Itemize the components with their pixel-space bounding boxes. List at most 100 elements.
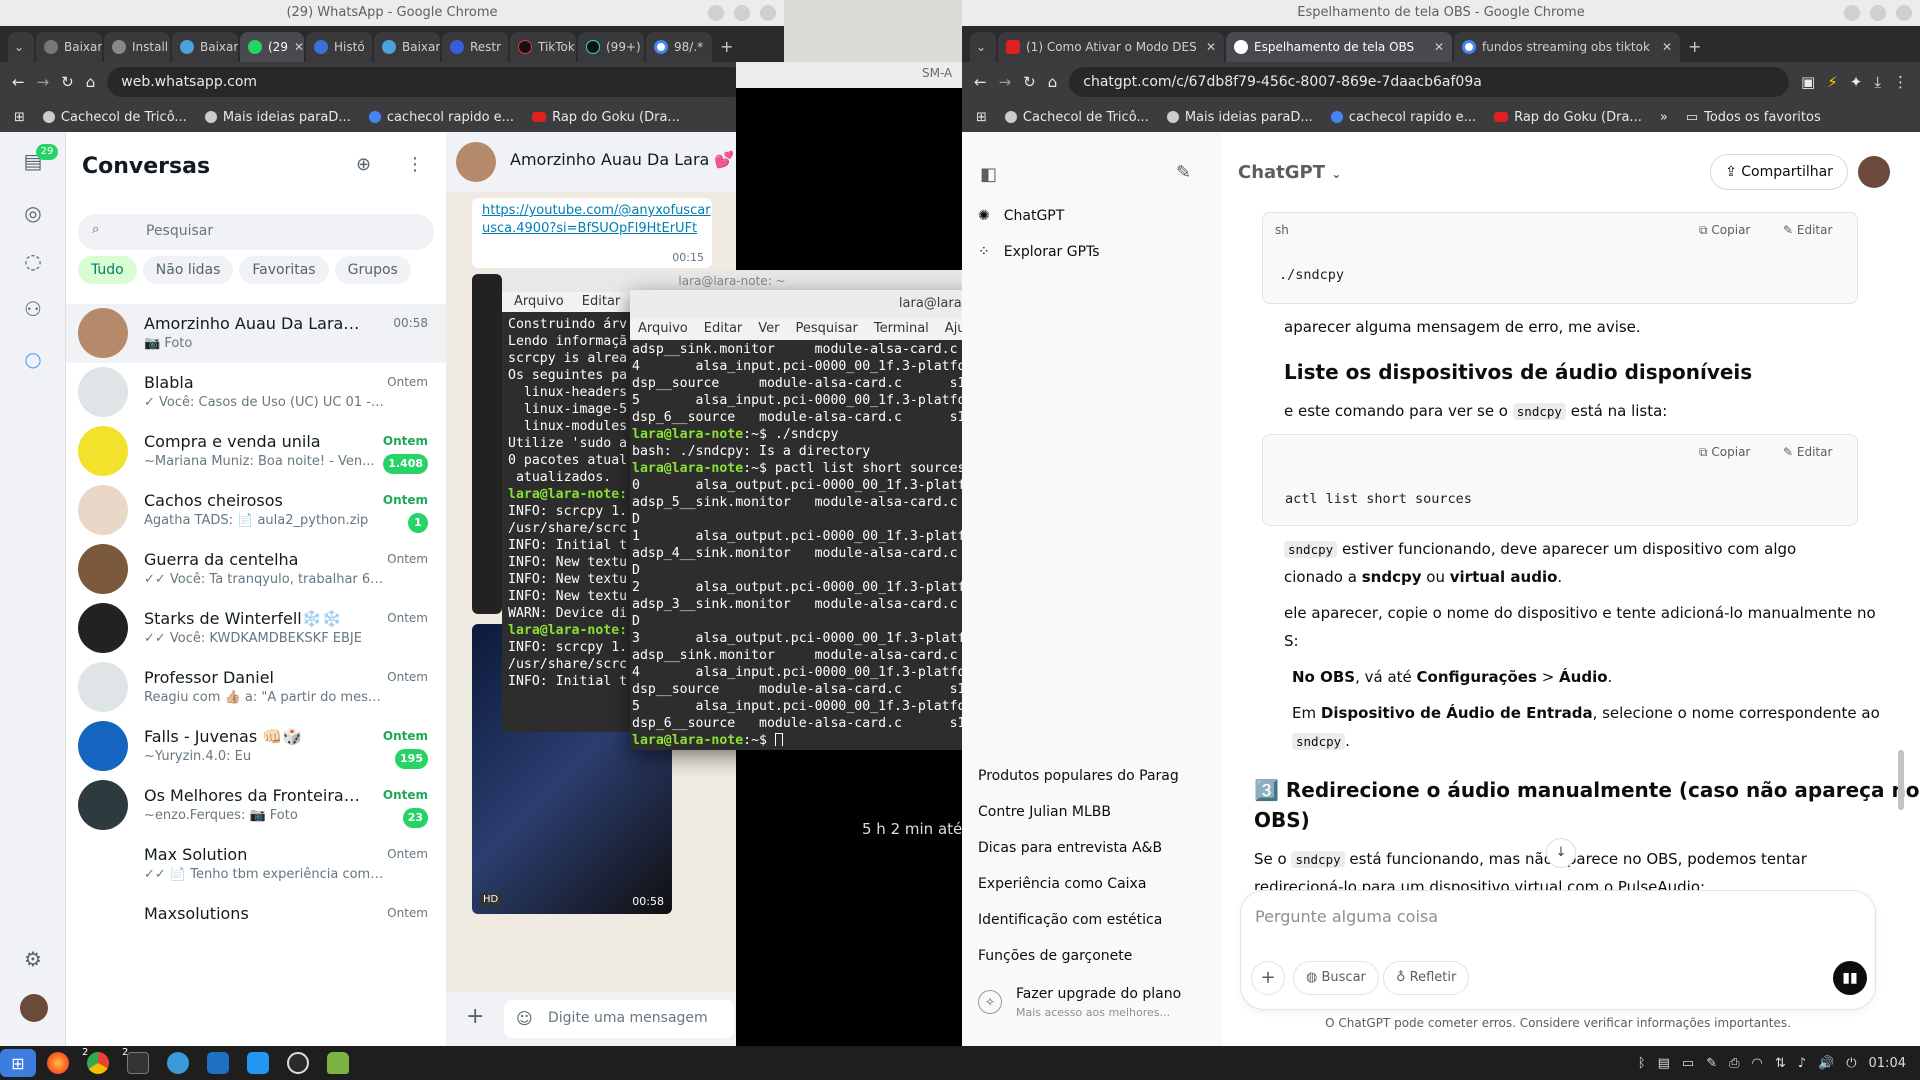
home-icon[interactable]: ⌂: [86, 73, 96, 91]
history-item[interactable]: Contre Julian MLBB: [978, 804, 1111, 820]
video-thumbnail[interactable]: [472, 274, 502, 614]
browser-tab[interactable]: Histó: [306, 32, 372, 62]
user-avatar[interactable]: [1858, 156, 1890, 188]
browser-tab[interactable]: Baixar: [374, 32, 440, 62]
puzzle-icon[interactable]: ✦: [1850, 73, 1863, 91]
voice-mode-icon[interactable]: ▮▮: [1833, 961, 1867, 995]
upgrade-title[interactable]: Fazer upgrade do plano: [1016, 986, 1181, 1002]
maximize-button[interactable]: [734, 5, 750, 21]
chat-list-item[interactable]: Cachos cheirosos Agatha TADS: 📄 aula2_pyt…: [66, 481, 446, 540]
menu-icon[interactable]: ⋮: [1893, 73, 1908, 91]
model-selector[interactable]: ChatGPT ⌄: [1238, 162, 1341, 183]
chat-list-item[interactable]: Starks de Winterfell❄️❄️ ✓✓ Você: KWDKAMD…: [66, 599, 446, 658]
attach-icon[interactable]: +: [466, 1004, 484, 1029]
address-bar[interactable]: chatgpt.com/c/67db8f79-456c-8007-869e-7d…: [1069, 67, 1790, 97]
bookmark-item[interactable]: Mais ideias paraD...: [204, 110, 351, 125]
bookmark-item[interactable]: Rap do Goku (Dra...: [532, 110, 680, 125]
home-icon[interactable]: ⌂: [1048, 73, 1058, 91]
browser-tab-active[interactable]: (29 ✕: [240, 32, 304, 62]
battery-icon[interactable]: ▭: [1682, 1056, 1694, 1071]
terminal-icon[interactable]: 2: [120, 1047, 156, 1077]
sidebar-item-chatgpt[interactable]: ✺ ChatGPT: [978, 208, 1064, 224]
android-studio-icon[interactable]: [320, 1049, 356, 1077]
menu-icon[interactable]: ⋮: [406, 154, 424, 175]
status-icon[interactable]: ◎: [18, 198, 48, 228]
edit-button[interactable]: ✎ Editar: [1783, 223, 1832, 237]
minimize-button[interactable]: [708, 5, 724, 21]
browser-tab-active[interactable]: Espelhamento de tela OBS ✕: [1226, 32, 1452, 62]
contact-name[interactable]: Amorzinho Auau Da Lara 💕: [510, 150, 734, 169]
contact-avatar[interactable]: [456, 142, 496, 182]
back-icon[interactable]: ←: [974, 73, 987, 91]
menu-arquivo[interactable]: Arquivo: [638, 321, 688, 336]
reload-icon[interactable]: ↻: [1023, 73, 1036, 91]
history-item[interactable]: Dicas para entrevista A&B: [978, 840, 1162, 856]
history-item[interactable]: Funções de garçonete: [978, 948, 1132, 964]
bookmark-item[interactable]: Cachecol de Tricô...: [1004, 110, 1149, 125]
forward-icon[interactable]: →: [37, 73, 50, 91]
address-bar[interactable]: web.whatsapp.com: [107, 67, 746, 97]
chat-list-item[interactable]: Professor Daniel Reagiu com 👍🏼 a: "A part…: [66, 658, 446, 717]
bookmark-item[interactable]: Rap do Goku (Dra...: [1494, 110, 1642, 125]
history-item[interactable]: Produtos populares do Parag: [978, 768, 1179, 784]
tab-search-button[interactable]: ⌄: [970, 32, 996, 62]
power-icon[interactable]: ⏻: [1846, 1056, 1856, 1071]
search-box[interactable]: ⌕ Pesquisar: [78, 214, 434, 250]
bookmark-item[interactable]: Cachecol de Tricô...: [42, 110, 187, 125]
bookmark-item[interactable]: cachecol rapido e...: [368, 110, 514, 125]
chat-list-item[interactable]: Falls - Juvenas 👊🏻🎲 ~Yuryzin.4.0: Eu Ontem…: [66, 717, 446, 776]
back-terminal-output[interactable]: Construindo árv Lendo informaçã scrcpy is …: [508, 316, 628, 726]
settings-icon[interactable]: ⚙: [18, 944, 48, 974]
chat-list-item[interactable]: Amorzinho Auau Da Lara 💕 📷 Foto 00:58: [66, 304, 446, 363]
apps-icon[interactable]: ⊞: [976, 110, 987, 125]
filter-unread[interactable]: Não lidas: [142, 256, 234, 284]
scroll-down-icon[interactable]: ↓: [1546, 838, 1576, 868]
menu-terminal[interactable]: Terminal: [874, 321, 929, 336]
extension-icon[interactable]: ▣: [1801, 73, 1815, 91]
minimize-button[interactable]: [1844, 5, 1860, 21]
chat-list-item[interactable]: Os Melhores da Fronteira - ... ~enzo.Ferq…: [66, 776, 446, 835]
attach-button[interactable]: +: [1251, 961, 1285, 995]
browser-tab[interactable]: Install: [104, 32, 170, 62]
music-icon[interactable]: ♪: [1798, 1056, 1806, 1071]
sidebar-item-explore[interactable]: ⁘ Explorar GPTs: [978, 244, 1100, 260]
apps-grid-icon[interactable]: ⊞: [0, 1049, 36, 1077]
page-scrollbar[interactable]: [1898, 750, 1904, 810]
new-tab-button[interactable]: +: [714, 32, 740, 62]
back-icon[interactable]: ←: [12, 73, 25, 91]
channels-icon[interactable]: ◌: [18, 246, 48, 276]
history-item[interactable]: Identificação com estética: [978, 912, 1162, 928]
new-chat-icon[interactable]: ⊕: [356, 154, 371, 175]
wifi-icon[interactable]: ◠: [1752, 1056, 1763, 1071]
network-icon[interactable]: ⇅: [1775, 1056, 1786, 1071]
share-button[interactable]: ⇪ Compartilhar: [1710, 154, 1848, 190]
edit-button[interactable]: ✎ Editar: [1783, 445, 1832, 459]
app-store-icon[interactable]: [240, 1049, 276, 1077]
menu-editar[interactable]: Editar: [704, 321, 743, 336]
close-tab-icon[interactable]: ✕: [294, 32, 304, 62]
clipboard-icon[interactable]: ▤: [1658, 1056, 1670, 1071]
close-button[interactable]: [1896, 5, 1912, 21]
bookmark-item[interactable]: Mais ideias paraD...: [1166, 110, 1313, 125]
firefox-icon[interactable]: [40, 1049, 76, 1077]
copy-button[interactable]: ⧉ Copiar: [1699, 223, 1750, 238]
browser-tab[interactable]: Restr: [442, 32, 508, 62]
filter-groups[interactable]: Grupos: [334, 256, 411, 284]
forward-icon[interactable]: →: [999, 73, 1012, 91]
maximize-button[interactable]: [1870, 5, 1886, 21]
close-tab-icon[interactable]: ✕: [1434, 32, 1444, 62]
browser-tab[interactable]: (99+): [578, 32, 644, 62]
close-button[interactable]: [760, 5, 776, 21]
menu-editar[interactable]: Editar: [582, 294, 621, 309]
browser-tab[interactable]: Baixar: [172, 32, 238, 62]
history-item[interactable]: Experiência como Caixa: [978, 876, 1146, 892]
new-tab-button[interactable]: +: [1682, 32, 1708, 62]
reason-button[interactable]: ♁ Refletir: [1383, 961, 1470, 995]
filter-all[interactable]: Tudo: [78, 256, 137, 284]
browser-tab[interactable]: fundos streaming obs tiktok ✕: [1454, 32, 1680, 62]
message-link[interactable]: https://youtube.com/@anyxofuscar usca.49…: [482, 202, 711, 238]
bluetooth-icon[interactable]: ᛒ: [1638, 1056, 1646, 1071]
obs-icon[interactable]: [280, 1049, 316, 1077]
close-tab-icon[interactable]: ✕: [1662, 32, 1672, 62]
menu-pesquisar[interactable]: Pesquisar: [796, 321, 858, 336]
